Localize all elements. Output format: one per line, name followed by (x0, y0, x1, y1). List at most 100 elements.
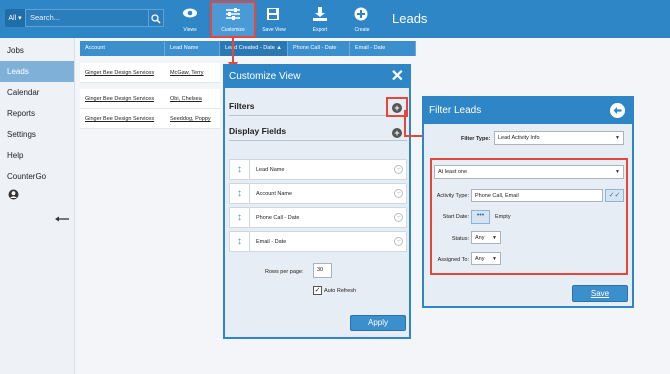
collapse-sidebar-icon[interactable] (55, 216, 69, 222)
add-display-field-icon[interactable]: + (392, 128, 402, 138)
table-row[interactable]: Ginger Bee Design Services McGaw, Terry (80, 63, 220, 83)
create-label: Create (354, 27, 370, 33)
sidebar-item-countergo[interactable]: CounterGo (0, 166, 74, 187)
remove-field-icon[interactable]: − (394, 189, 403, 198)
lead-name-link[interactable]: McGaw, Terry (170, 70, 204, 76)
search-scope-label: All (8, 14, 17, 22)
display-fields-label: Display Fields (229, 126, 287, 136)
export-button[interactable]: Export (299, 2, 341, 36)
sidebar: Jobs Leads Calendar Reports Settings Hel… (0, 38, 75, 374)
display-field-name: Email - Date (256, 239, 287, 245)
caret-down-icon: ▼ (492, 235, 497, 241)
display-field-item[interactable]: ↕ Email - Date − (229, 231, 407, 252)
display-field-item[interactable]: ↕ Lead Name − (229, 159, 407, 180)
lead-name-link[interactable]: Seeddog, Poppy (170, 116, 211, 122)
eye-icon (183, 8, 197, 18)
remove-field-icon[interactable]: − (394, 237, 403, 246)
filter-type-label: Filter Type: (461, 136, 491, 142)
auto-refresh-checkbox[interactable]: ✓ (313, 286, 322, 295)
back-arrow-icon[interactable] (610, 103, 625, 118)
lead-name-link[interactable]: Obi, Chelsea (170, 96, 202, 102)
account-link[interactable]: Ginger Bee Design Services (85, 96, 154, 102)
caret-down-icon: ▼ (615, 135, 620, 141)
assigned-to-select[interactable]: Any ▼ (471, 252, 501, 265)
customize-view-panel: Customize View ✕ Filters + Display Field… (223, 64, 411, 339)
sidebar-item-help[interactable]: Help (0, 145, 74, 166)
display-field-name: Account Name (256, 191, 293, 197)
page-title: Leads (392, 11, 428, 26)
filter-leads-panel: Filter Leads Filter Type: Lead Activity … (422, 96, 634, 308)
views-button[interactable]: Views (169, 2, 211, 36)
save-filter-button[interactable]: Save (572, 285, 628, 302)
download-icon (313, 7, 327, 21)
create-button[interactable]: Create (341, 2, 383, 36)
display-fields-section: Display Fields (229, 126, 407, 141)
display-field-item[interactable]: ↕ Account Name − (229, 183, 407, 204)
customize-highlight (210, 1, 256, 38)
sidebar-item-settings[interactable]: Settings (0, 124, 74, 145)
table-row[interactable]: Ginger Bee Design Services Seeddog, Popp… (80, 109, 220, 129)
assigned-to-value: Any (475, 256, 485, 262)
chevron-down-icon: ▾ (18, 15, 22, 22)
drag-handle-icon[interactable]: ↕ (230, 184, 250, 203)
sidebar-item-reports[interactable]: Reports (0, 103, 74, 124)
column-account[interactable]: Account (80, 41, 165, 56)
rows-per-page-input[interactable]: 30 (313, 263, 332, 278)
auto-refresh-label: Auto Refresh (324, 288, 357, 294)
display-field-name: Phone Call - Date (256, 215, 300, 221)
remove-field-icon[interactable]: − (394, 213, 403, 222)
close-icon[interactable]: ✕ (391, 69, 404, 85)
plus-circle-icon (354, 7, 368, 21)
drag-handle-icon[interactable]: ↕ (230, 232, 250, 251)
account-link[interactable]: Ginger Bee Design Services (85, 70, 154, 76)
filter-leads-header: Filter Leads (424, 98, 632, 124)
rows-per-page-label: Rows per page: (265, 269, 304, 275)
remove-field-icon[interactable]: − (394, 165, 403, 174)
user-account-icon[interactable] (8, 189, 19, 200)
save-view-label: Save View (262, 27, 286, 33)
filters-label: Filters (229, 101, 255, 111)
start-date-value: Empty (495, 214, 511, 220)
sidebar-item-calendar[interactable]: Calendar (0, 82, 74, 103)
sidebar-item-leads[interactable]: Leads (0, 61, 74, 82)
search-input[interactable]: Search... (25, 9, 149, 27)
views-label: Views (183, 27, 197, 33)
search-scope-dropdown[interactable]: All ▾ (5, 9, 25, 27)
activity-picker-button[interactable]: ✓✓ (605, 189, 624, 202)
sidebar-item-jobs[interactable]: Jobs (0, 40, 74, 61)
checklist-icon: ✓✓ (608, 192, 621, 199)
column-phone-call-date[interactable]: Phone Call - Date (288, 41, 350, 56)
status-select[interactable]: Any ▼ (471, 231, 501, 244)
status-label: Status: (451, 236, 469, 242)
date-picker-button[interactable]: ••• (471, 210, 490, 224)
dots-icon: ••• (476, 212, 485, 219)
drag-handle-icon[interactable]: ↕ (230, 160, 250, 179)
save-icon (267, 8, 279, 20)
filter-type-value: Lead Activity Info (498, 135, 540, 141)
activity-type-value: Phone Call, Email (475, 193, 519, 199)
export-label: Export (312, 27, 328, 33)
status-value: Any (475, 235, 485, 241)
start-date-label: Start Date: (442, 214, 469, 220)
activity-type-input[interactable]: Phone Call, Email (471, 189, 603, 202)
display-field-name: Lead Name (256, 167, 285, 173)
filter-type-select[interactable]: Lead Activity Info ▼ (494, 131, 624, 145)
column-email-date[interactable]: Email - Date (350, 41, 416, 56)
display-field-item[interactable]: ↕ Phone Call - Date − (229, 207, 407, 228)
save-view-button[interactable]: Save View (253, 2, 295, 36)
column-lead-name[interactable]: Lead Name (165, 41, 220, 56)
caret-down-icon: ▼ (492, 256, 497, 262)
activity-type-label: Activity Type: (436, 193, 469, 199)
drag-handle-icon[interactable]: ↕ (230, 208, 250, 227)
account-link[interactable]: Ginger Bee Design Services (85, 116, 154, 122)
assigned-to-label: Assigned To: (437, 257, 469, 263)
customize-view-header: Customize View ✕ (225, 66, 409, 88)
search-icon (151, 14, 161, 24)
table-row[interactable]: Ginger Bee Design Services Obi, Chelsea (80, 89, 220, 109)
apply-button[interactable]: Apply (350, 315, 406, 331)
search-button[interactable] (149, 9, 164, 27)
filter-leads-title: Filter Leads (429, 105, 482, 116)
filters-section: Filters (229, 101, 407, 116)
customize-view-title: Customize View (229, 71, 301, 82)
top-toolbar: All ▾ Search... Views Customize Save Vie… (0, 0, 670, 38)
